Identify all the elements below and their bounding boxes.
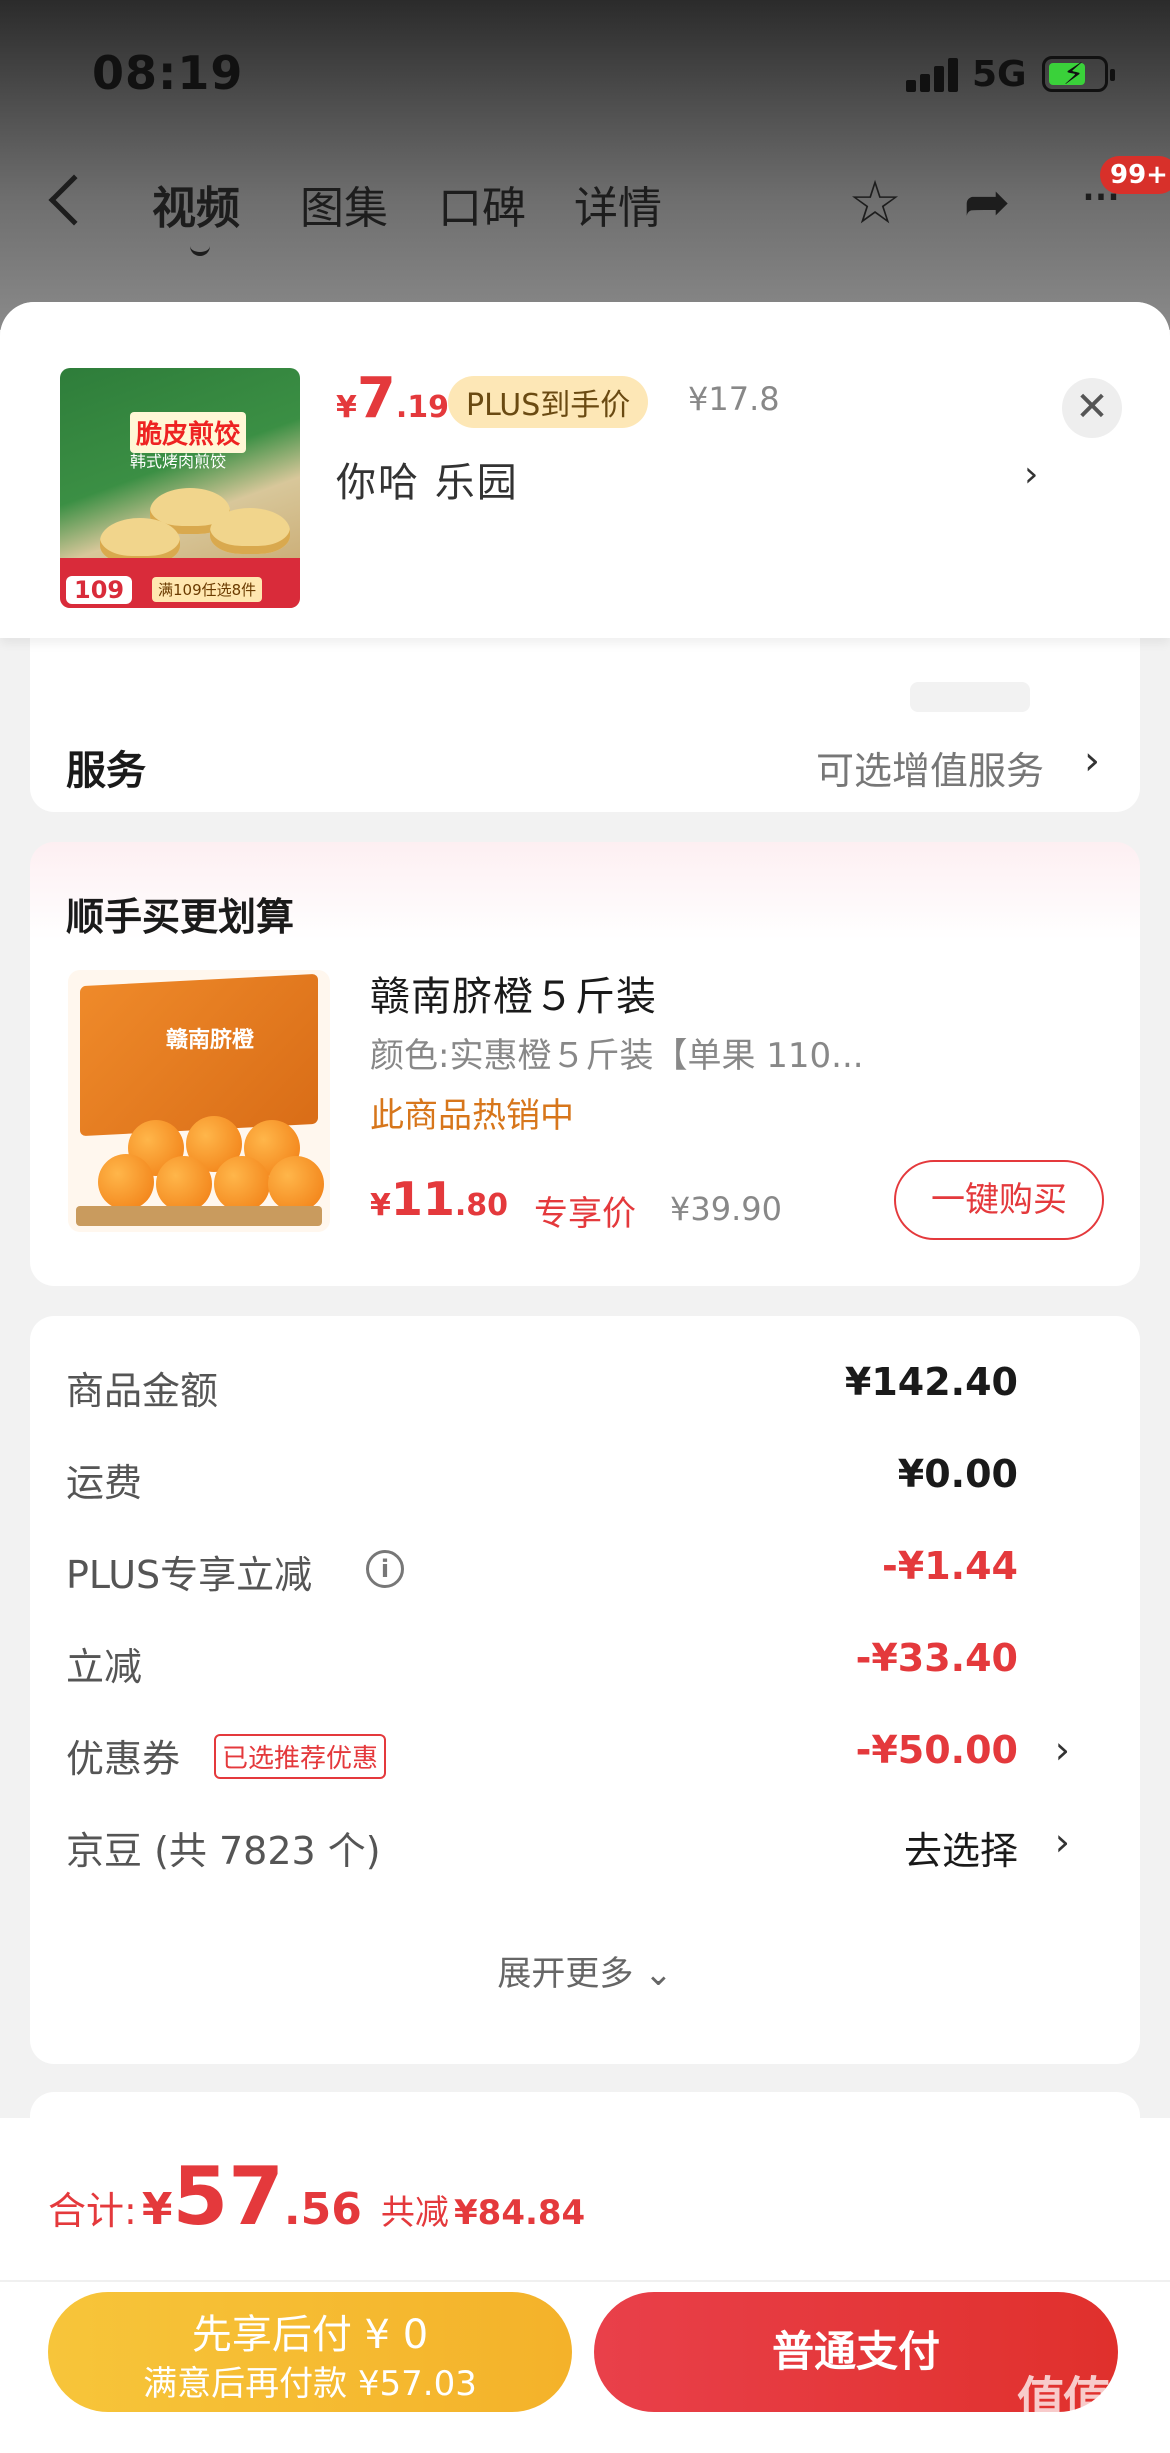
network-label: 5G <box>972 54 1027 95</box>
clock: 08:19 <box>92 46 244 100</box>
share-icon[interactable]: ➦ <box>952 168 1022 238</box>
thumb-title: 脆皮煎饺 <box>130 412 247 453</box>
pay-later-button[interactable]: 先享后付 ¥ 0 满意后再付款 ¥57.03 <box>48 2292 572 2412</box>
quantity-stepper[interactable] <box>910 682 1030 712</box>
tab-video[interactable]: 视频 <box>152 172 240 256</box>
status-bar: 08:19 5G ⚡ <box>0 0 1170 150</box>
chevron-right-icon[interactable]: › <box>1055 1820 1070 1864</box>
selected-variant[interactable]: 你哈 乐园 <box>336 450 519 508</box>
amount-row-jingdou[interactable]: 京豆 (共 7823 个) 去选择 › <box>66 1820 1106 1880</box>
thumb-promo-price: 109 <box>66 576 133 604</box>
sheet-header: 脆皮煎饺 韩式烤肉煎饺 109 满109任选8件 ¥7.19 PLUS到手价 ¥… <box>0 302 1170 638</box>
product-thumbnail: 脆皮煎饺 韩式烤肉煎饺 109 满109任选8件 <box>60 368 300 608</box>
divider <box>0 2280 1170 2282</box>
jingdou-select[interactable]: 去选择 <box>904 1820 1018 1875</box>
upsell-price: ¥11.80 <box>370 1172 509 1226</box>
watermark: 值值值 zhizhizhi.com <box>1016 2372 1157 2451</box>
chevron-right-icon[interactable]: › <box>1055 1728 1070 1772</box>
expand-more-link[interactable]: 展开更多 ⌄ <box>30 1946 1140 1995</box>
chevron-right-icon[interactable]: › <box>1084 738 1100 784</box>
plus-price-tag: PLUS到手价 <box>448 376 649 428</box>
nav-bar: 视频 图集 口碑 详情 ☆ ➦ ··· 99+ <box>0 156 1170 256</box>
notification-badge: 99+ <box>1100 156 1170 194</box>
box-label: 赣南脐橙 <box>166 1028 255 1053</box>
service-value[interactable]: 可选增值服务 <box>816 740 1044 795</box>
thumb-subtitle: 韩式烤肉煎饺 <box>130 452 227 471</box>
orange-product-image[interactable]: 赣南脐橙 <box>68 970 330 1232</box>
chevron-right-icon[interactable]: › <box>1024 454 1038 495</box>
service-label: 服务 <box>66 748 146 794</box>
back-icon[interactable] <box>48 174 100 226</box>
header-original-price: ¥17.8 <box>688 380 780 418</box>
amount-row-coupon[interactable]: 优惠券 已选推荐优惠 -¥50.00 › <box>66 1728 1106 1788</box>
upsell-title: 顺手买更划算 <box>66 895 295 939</box>
amount-row-plus-discount: PLUS专享立减 i -¥1.44 <box>66 1544 1018 1597</box>
one-click-buy-button[interactable]: 一键购买 <box>894 1160 1104 1240</box>
amount-row-shipping: 运费 ¥0.00 <box>66 1452 1018 1505</box>
amount-row-goods: 商品金额 ¥142.40 <box>66 1360 1018 1413</box>
tab-details[interactable]: 详情 <box>574 172 662 236</box>
upsell-price-tag: 专享价 <box>534 1194 636 1234</box>
upsell-original-price: ¥39.90 <box>670 1190 782 1228</box>
amount-row-instant-discount: 立减 -¥33.40 <box>66 1636 1018 1689</box>
plus-discount: -¥1.44 <box>882 1544 1018 1588</box>
header-price: ¥7.19 <box>336 366 449 431</box>
amount-card: 商品金额 ¥142.40 运费 ¥0.00 PLUS专享立减 i -¥1.44 … <box>30 1316 1140 2064</box>
upsell-product-name[interactable]: 赣南脐橙５斤装 <box>370 964 657 1022</box>
shipping-fee: ¥0.00 <box>897 1452 1018 1496</box>
coupon-discount[interactable]: -¥50.00 <box>856 1728 1018 1772</box>
battery-icon: ⚡ <box>1042 56 1115 92</box>
goods-amount: ¥142.40 <box>844 1360 1018 1404</box>
signal-icon <box>906 58 962 92</box>
tab-gallery[interactable]: 图集 <box>300 172 388 236</box>
total-amount: 合计: ¥57.56 共减 ¥84.84 <box>48 2150 586 2243</box>
upsell-hot-label: 此商品热销中 <box>370 1096 574 1136</box>
star-icon[interactable]: ☆ <box>840 168 910 238</box>
info-icon[interactable]: i <box>366 1550 404 1588</box>
tab-reviews[interactable]: 口碑 <box>438 172 526 236</box>
upsell-spec: 颜色:实惠橙５斤装【单果 110... <box>370 1036 864 1076</box>
upsell-card: 顺手买更划算 赣南脐橙 赣南脐橙５斤装 颜色:实惠橙５斤装【单果 110... … <box>30 842 1140 1286</box>
close-icon[interactable]: ✕ <box>1062 378 1122 438</box>
thumb-promo-note: 满109任选8件 <box>152 577 263 602</box>
coupon-status-badge: 已选推荐优惠 <box>214 1734 387 1779</box>
instant-discount: -¥33.40 <box>855 1636 1018 1680</box>
checkout-bar: 合计: ¥57.56 共减 ¥84.84 先享后付 ¥ 0 满意后再付款 ¥57… <box>0 2118 1170 2453</box>
